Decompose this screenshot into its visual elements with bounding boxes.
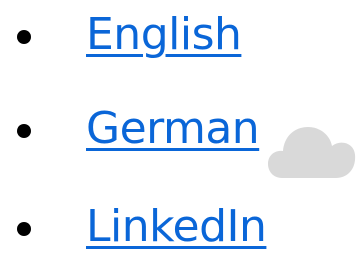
bullet-dot-icon xyxy=(17,222,31,236)
list-item-linkedin: LinkedIn xyxy=(0,192,290,254)
linkedin-link[interactable]: LinkedIn xyxy=(86,192,267,254)
bullet-dot-icon xyxy=(17,30,31,44)
list-item-english: English xyxy=(0,0,290,70)
list-item-german: German xyxy=(0,94,290,164)
english-link[interactable]: English xyxy=(86,0,242,70)
bullet-dot-icon xyxy=(17,124,31,138)
cloud-icon xyxy=(268,127,356,178)
german-link[interactable]: German xyxy=(86,94,260,164)
